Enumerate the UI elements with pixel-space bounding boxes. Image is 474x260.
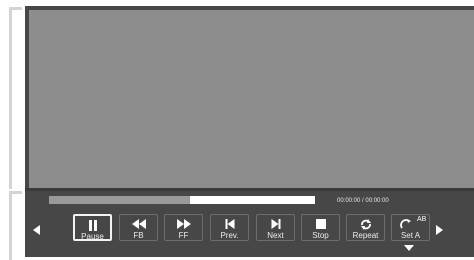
stop-label: Stop — [312, 231, 329, 240]
next-label: Next — [267, 231, 284, 240]
next-button[interactable]: Next — [256, 214, 295, 241]
time-display: 00:00:00 / 00:00:00 — [337, 198, 389, 204]
previous-button[interactable]: Prev. — [210, 214, 249, 241]
ab-repeat-icon — [400, 219, 411, 229]
next-icon — [271, 219, 280, 229]
ff-label: FF — [178, 231, 189, 240]
rewind-icon — [131, 219, 146, 229]
fb-label: FB — [133, 231, 144, 240]
scroll-left-arrow-icon[interactable] — [33, 225, 40, 235]
stop-icon — [315, 219, 326, 229]
set-a-button[interactable]: AB Set A — [391, 214, 430, 241]
video-separator — [25, 188, 474, 191]
dropdown-arrow-icon[interactable] — [404, 245, 414, 251]
scroll-right-arrow-icon[interactable] — [436, 225, 443, 235]
left-bracket-bottom — [9, 191, 22, 260]
prev-label: Prev. — [220, 231, 239, 240]
fast-forward-icon — [176, 219, 191, 229]
stop-button[interactable]: Stop — [301, 214, 340, 241]
left-bracket-top — [9, 7, 22, 189]
video-area[interactable] — [29, 10, 474, 188]
set-a-label: Set A — [400, 231, 421, 240]
ab-badge: AB — [417, 216, 427, 223]
progress-bar[interactable] — [49, 196, 315, 204]
repeat-button[interactable]: Repeat — [346, 214, 385, 241]
fast-forward-button[interactable]: FF — [164, 214, 203, 241]
progress-fill — [49, 196, 190, 204]
repeat-label: Repeat — [352, 231, 379, 240]
pause-button[interactable]: Pause — [73, 214, 112, 241]
fast-backward-button[interactable]: FB — [119, 214, 158, 241]
pause-icon — [88, 220, 97, 231]
pause-label: Pause — [81, 232, 104, 241]
repeat-icon — [360, 219, 371, 230]
previous-icon — [225, 219, 234, 229]
